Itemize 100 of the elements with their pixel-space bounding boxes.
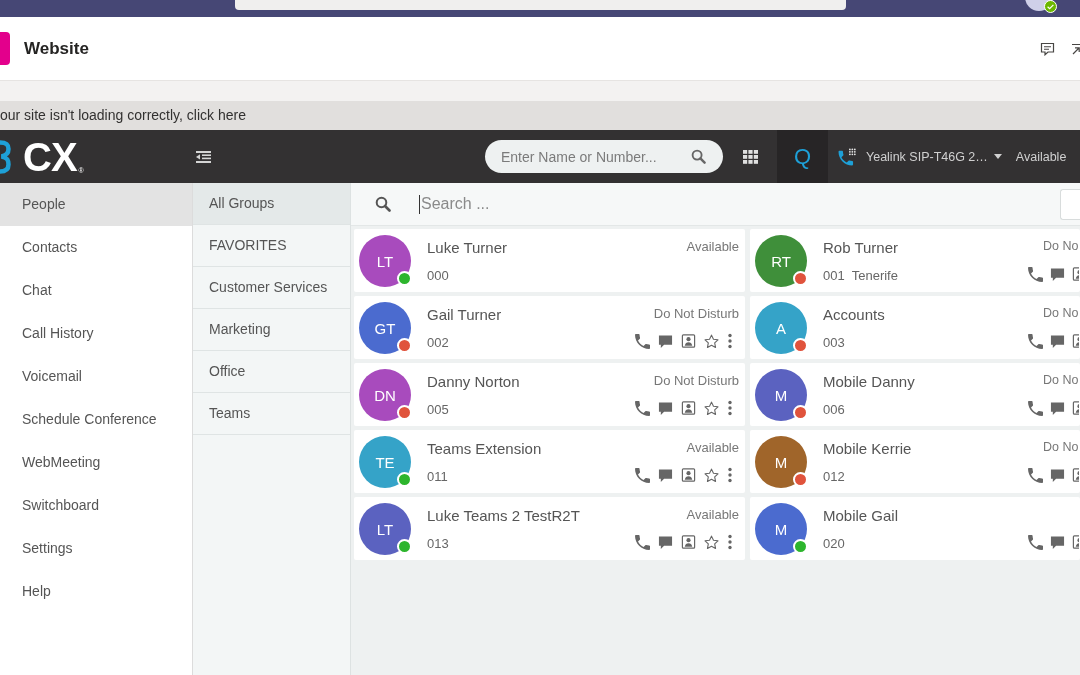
dial-search-field[interactable]: Enter Name or Number... bbox=[485, 140, 723, 173]
chat-icon[interactable] bbox=[658, 400, 673, 416]
avatar: LT bbox=[359, 235, 411, 287]
group-item[interactable]: FAVORITES bbox=[193, 225, 350, 267]
logo-text: CX bbox=[23, 136, 77, 177]
contact-card-icon[interactable] bbox=[681, 534, 696, 550]
contact-status: Do No bbox=[1043, 305, 1079, 322]
contact-card[interactable]: LT Luke Teams 2 TestR2T 013 Available bbox=[354, 497, 745, 560]
group-item[interactable]: All Groups bbox=[193, 183, 350, 225]
extension-number: 013 bbox=[427, 535, 449, 553]
chat-icon[interactable] bbox=[1050, 400, 1065, 416]
avatar: M bbox=[755, 369, 807, 421]
search-icon[interactable] bbox=[691, 149, 706, 164]
star-icon[interactable] bbox=[704, 467, 719, 483]
phone-icon[interactable] bbox=[1028, 333, 1043, 349]
contact-card-icon[interactable] bbox=[1072, 400, 1079, 416]
more-icon[interactable] bbox=[727, 534, 733, 550]
contact-card-icon[interactable] bbox=[1072, 333, 1079, 349]
chat-icon[interactable] bbox=[1050, 467, 1065, 483]
contact-card[interactable]: LT Luke Turner 000 Available bbox=[354, 229, 745, 292]
phone-icon[interactable] bbox=[1028, 467, 1043, 483]
contact-card[interactable]: TE Teams Extension 011 Available bbox=[354, 430, 745, 493]
contact-card[interactable]: A Accounts 003 Do No bbox=[750, 296, 1080, 359]
phone-icon[interactable] bbox=[838, 146, 857, 167]
phone-icon[interactable] bbox=[635, 400, 650, 416]
contact-status: Do No bbox=[1043, 439, 1079, 456]
device-selector[interactable]: Yealink SIP-T46G 2… bbox=[866, 149, 988, 164]
phone-icon[interactable] bbox=[635, 534, 650, 550]
star-icon[interactable] bbox=[704, 333, 719, 349]
extension-number: 000 bbox=[427, 267, 449, 285]
group-item[interactable]: Customer Services bbox=[193, 267, 350, 309]
nav-item[interactable]: Schedule Conference bbox=[0, 398, 192, 441]
nav-item[interactable]: Call History bbox=[0, 312, 192, 355]
nav-item[interactable]: Chat bbox=[0, 269, 192, 312]
contact-card-icon[interactable] bbox=[1072, 467, 1079, 483]
nav-item[interactable]: Contacts bbox=[0, 226, 192, 269]
search-icon[interactable] bbox=[375, 196, 391, 212]
contact-card[interactable]: M Mobile Danny 006 Do No bbox=[750, 363, 1080, 426]
contact-status: Available bbox=[686, 439, 739, 456]
contact-card-icon[interactable] bbox=[681, 400, 696, 416]
contact-name: Mobile Gail bbox=[823, 506, 900, 526]
contact-location: Tenerife bbox=[851, 267, 898, 285]
avatar: DN bbox=[359, 369, 411, 421]
app-icon bbox=[0, 32, 10, 65]
star-icon[interactable] bbox=[704, 400, 719, 416]
nav-item[interactable]: People bbox=[0, 183, 192, 226]
avatar: M bbox=[755, 503, 807, 555]
chat-icon[interactable] bbox=[658, 467, 673, 483]
dialpad-icon[interactable] bbox=[743, 149, 758, 164]
contact-card[interactable]: M Mobile Gail 020 bbox=[750, 497, 1080, 560]
contact-card-icon[interactable] bbox=[681, 467, 696, 483]
contact-card-icon[interactable] bbox=[1072, 266, 1079, 282]
chat-icon[interactable] bbox=[1050, 333, 1065, 349]
phone-icon[interactable] bbox=[1028, 266, 1043, 282]
phone-icon[interactable] bbox=[635, 333, 650, 349]
nav-item[interactable]: Switchboard bbox=[0, 484, 192, 527]
presence-status[interactable]: Available bbox=[1015, 149, 1067, 164]
phone-icon[interactable] bbox=[635, 467, 650, 483]
search-field[interactable] bbox=[235, 0, 846, 10]
group-item[interactable]: Office bbox=[193, 351, 350, 393]
contact-search-field[interactable]: Search ... bbox=[419, 194, 1050, 214]
nav-item[interactable]: Settings bbox=[0, 527, 192, 570]
phone-icon[interactable] bbox=[1028, 400, 1043, 416]
search-bar[interactable]: Search ... bbox=[351, 183, 1080, 226]
contact-card[interactable]: M Mobile Kerrie 012 Do No bbox=[750, 430, 1080, 493]
contact-status: Do Not Disturb bbox=[653, 372, 739, 389]
extension-number: 003 bbox=[823, 334, 845, 352]
avatar: M bbox=[755, 436, 807, 488]
star-icon[interactable] bbox=[704, 534, 719, 550]
contact-name: Teams Extension bbox=[427, 439, 543, 459]
contact-status: Do No bbox=[1043, 372, 1079, 389]
more-icon[interactable] bbox=[727, 400, 733, 416]
chat-icon[interactable] bbox=[1050, 534, 1065, 550]
nav-item[interactable]: Help bbox=[0, 570, 192, 613]
extension-number: 002 bbox=[427, 334, 449, 352]
contact-card-icon[interactable] bbox=[1072, 534, 1079, 550]
contact-status: Do Not Disturb bbox=[653, 305, 739, 322]
nav-item[interactable]: WebMeeting bbox=[0, 441, 192, 484]
phone-icon[interactable] bbox=[1028, 534, 1043, 550]
contact-card[interactable]: GT Gail Turner 002 Do Not Disturb bbox=[354, 296, 745, 359]
avatar: A bbox=[755, 302, 807, 354]
contact-status: Do No bbox=[1043, 238, 1079, 255]
contact-card[interactable]: RT Rob Turner 001 Tenerife Do No bbox=[750, 229, 1080, 292]
menu-icon[interactable] bbox=[196, 150, 211, 163]
contact-name: Mobile Kerrie bbox=[823, 439, 913, 459]
more-icon[interactable] bbox=[727, 467, 733, 483]
chat-icon[interactable] bbox=[658, 534, 673, 550]
chat-icon[interactable] bbox=[658, 333, 673, 349]
queue-button[interactable]: Q bbox=[777, 130, 828, 183]
extension-number: 001 bbox=[823, 267, 845, 285]
contact-card-icon[interactable] bbox=[681, 333, 696, 349]
caret-icon[interactable] bbox=[993, 154, 1002, 159]
chat-icon[interactable] bbox=[1050, 266, 1065, 282]
arrow-icon[interactable] bbox=[1071, 42, 1080, 55]
more-icon[interactable] bbox=[727, 333, 733, 349]
group-item[interactable]: Teams bbox=[193, 393, 350, 435]
group-item[interactable]: Marketing bbox=[193, 309, 350, 351]
contact-card[interactable]: DN Danny Norton 005 Do Not Disturb bbox=[354, 363, 745, 426]
chat-icon[interactable] bbox=[1040, 41, 1055, 56]
nav-item[interactable]: Voicemail bbox=[0, 355, 192, 398]
